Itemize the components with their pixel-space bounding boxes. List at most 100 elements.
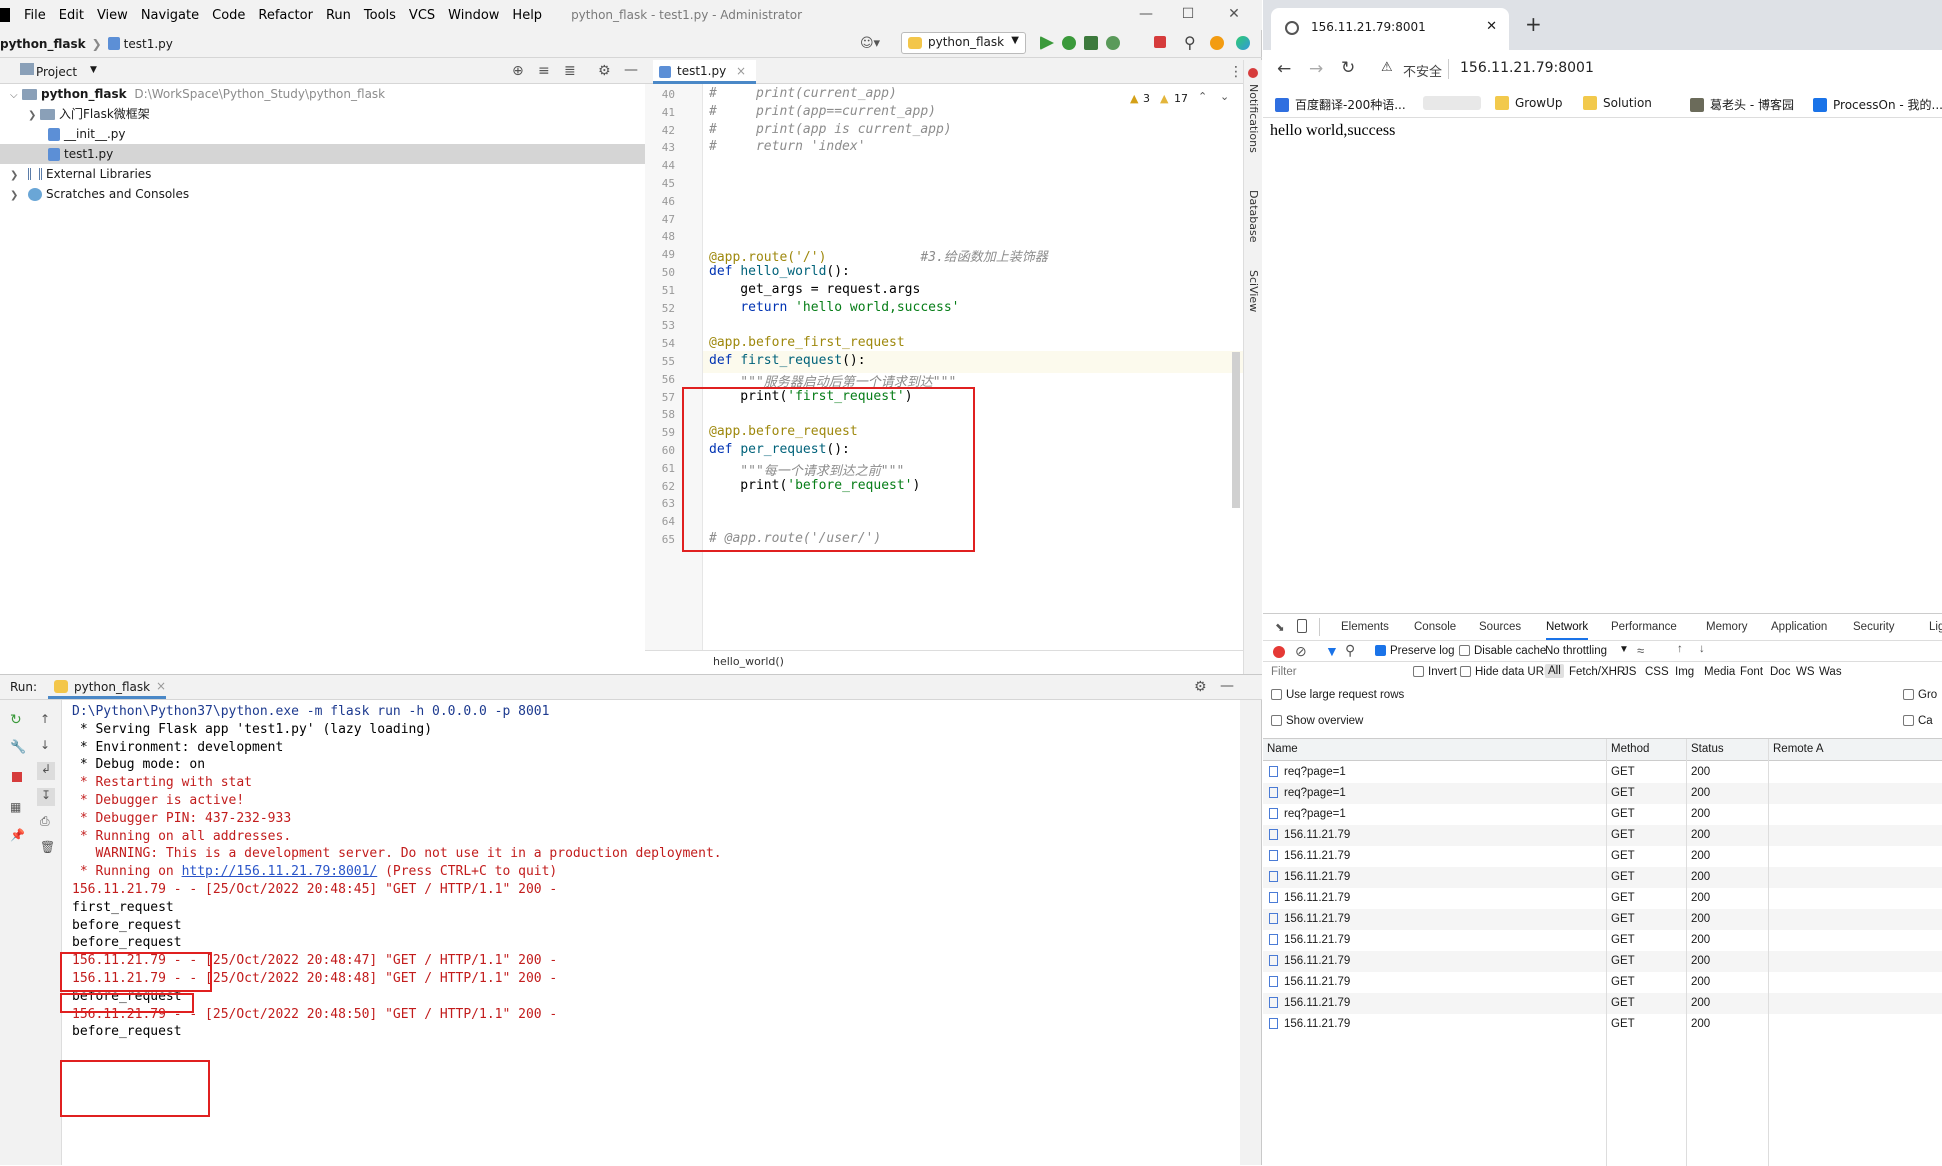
sciview-tab[interactable]: SciView <box>1247 270 1260 312</box>
inspect-element-icon[interactable]: ⬊ <box>1275 620 1285 634</box>
chevron-down-icon[interactable]: ⌄ <box>1220 90 1229 103</box>
filter-input[interactable]: Filter <box>1271 666 1297 678</box>
column-remote-address[interactable]: Remote A <box>1773 743 1824 755</box>
insecure-warning-icon[interactable]: ⚠ <box>1381 60 1393 75</box>
browser-tab[interactable]: 156.11.21.79:8001 ✕ <box>1271 8 1509 50</box>
notifications-icon[interactable] <box>1248 68 1258 78</box>
network-row[interactable]: 156.11.21.79 GET 200 <box>1263 846 1942 867</box>
debug-icon[interactable] <box>1062 36 1076 50</box>
maximize-icon[interactable]: ☐ <box>1180 6 1196 22</box>
code-editor[interactable]: # print(current_app) # print(app==current… <box>703 84 1243 650</box>
export-icon[interactable]: ↓ <box>1699 643 1705 655</box>
gear-icon[interactable]: ⚙ <box>598 63 611 79</box>
trash-icon[interactable]: 🗑 <box>40 840 55 854</box>
tree-item-external-libraries[interactable]: ❯ External Libraries <box>0 164 645 184</box>
menu-edit[interactable]: Edit <box>59 8 84 23</box>
network-row[interactable]: 156.11.21.79 GET 200 <box>1263 951 1942 972</box>
type-filter-fetch[interactable]: Fetch/XHR <box>1569 666 1625 678</box>
column-status[interactable]: Status <box>1691 743 1724 755</box>
editor-tab-test1[interactable]: test1.py × <box>653 60 757 84</box>
jetbrains-icon[interactable] <box>1236 36 1250 50</box>
search-icon[interactable]: ⚲ <box>1345 642 1355 659</box>
expand-all-icon[interactable]: ≡ <box>538 63 550 79</box>
menu-vcs[interactable]: VCS <box>409 8 435 23</box>
close-icon[interactable]: ✕ <box>1486 19 1497 34</box>
collapse-all-icon[interactable]: ≣ <box>564 63 576 79</box>
type-filter-img[interactable]: Img <box>1675 666 1694 678</box>
devtools-tab-security[interactable]: Security <box>1853 614 1895 640</box>
bookmark-processon[interactable]: ProcessOn - 我的... <box>1813 96 1942 113</box>
network-row[interactable]: 156.11.21.79 GET 200 <box>1263 972 1942 993</box>
chevron-down-icon[interactable]: ▼ <box>1619 644 1629 655</box>
rerun-icon[interactable]: ↻ <box>10 712 22 728</box>
throttling-dropdown[interactable]: No throttling <box>1545 645 1607 657</box>
network-row[interactable]: 156.11.21.79 GET 200 <box>1263 909 1942 930</box>
pin-icon[interactable]: 📌 <box>10 828 25 842</box>
network-row[interactable]: req?page=1 GET 200 <box>1263 783 1942 804</box>
breadcrumb-file[interactable]: test1.py <box>124 37 173 51</box>
url-input[interactable]: 156.11.21.79:8001 <box>1460 60 1594 76</box>
blurred-bookmark[interactable] <box>1423 96 1481 110</box>
breadcrumb-project[interactable]: python_flask <box>0 37 86 51</box>
type-filter-js[interactable]: JS <box>1623 666 1636 678</box>
menu-refactor[interactable]: Refactor <box>258 8 313 23</box>
close-icon[interactable]: ✕ <box>1226 6 1242 22</box>
hide-panel-icon[interactable]: — <box>1220 678 1234 694</box>
devtools-tab-elements[interactable]: Elements <box>1341 614 1389 640</box>
devtools-tab-sources[interactable]: Sources <box>1479 614 1521 640</box>
database-tab[interactable]: Database <box>1247 190 1260 243</box>
network-row[interactable]: req?page=1 GET 200 <box>1263 804 1942 825</box>
coverage-icon[interactable] <box>1084 36 1098 50</box>
network-row[interactable]: 156.11.21.79 GET 200 <box>1263 930 1942 951</box>
devtools-tab-console[interactable]: Console <box>1414 614 1456 640</box>
soft-wrap-icon[interactable]: ↲ <box>37 762 55 780</box>
import-icon[interactable]: ↑ <box>1677 643 1683 655</box>
network-row[interactable]: 156.11.21.79 GET 200 <box>1263 888 1942 909</box>
menu-view[interactable]: View <box>97 8 128 23</box>
record-icon[interactable] <box>1273 646 1285 658</box>
back-icon[interactable]: ← <box>1277 59 1291 79</box>
console-link[interactable]: http://156.11.21.79:8001/ <box>182 864 378 879</box>
warning-icon[interactable]: ▲ <box>1130 92 1138 105</box>
reload-icon[interactable]: ↻ <box>1341 58 1355 78</box>
type-filter-font[interactable]: Font <box>1740 666 1763 678</box>
large-rows-checkbox[interactable]: Use large request rows <box>1271 689 1404 701</box>
menu-tools[interactable]: Tools <box>364 8 396 23</box>
layout-icon[interactable]: ▦ <box>10 800 21 814</box>
forward-icon[interactable]: → <box>1309 59 1323 79</box>
chevron-up-icon[interactable]: ⌃ <box>1198 90 1207 103</box>
new-tab-icon[interactable]: + <box>1525 12 1542 36</box>
type-filter-ws[interactable]: WS <box>1796 666 1815 678</box>
tree-item-scratches[interactable]: ❯ Scratches and Consoles <box>0 184 645 204</box>
type-filter-media[interactable]: Media <box>1704 666 1735 678</box>
wrench-icon[interactable]: 🔧 <box>10 740 26 755</box>
menu-navigate[interactable]: Navigate <box>141 8 199 23</box>
bookmark-baidu-translate[interactable]: 百度翻译-200种语... <box>1275 96 1406 113</box>
arrow-up-icon[interactable]: ↑ <box>40 712 50 726</box>
print-icon[interactable]: ⎙ <box>40 814 50 829</box>
clear-icon[interactable]: ⊘ <box>1295 643 1307 660</box>
bookmark-cnblogs[interactable]: 葛老头 - 博客园 <box>1690 96 1794 113</box>
profile-icon[interactable] <box>1106 36 1120 50</box>
network-row[interactable]: 156.11.21.79 GET 200 <box>1263 993 1942 1014</box>
disable-cache-checkbox[interactable]: Disable cache <box>1459 645 1546 657</box>
hide-panel-icon[interactable]: — <box>624 62 638 78</box>
type-filter-doc[interactable]: Doc <box>1770 666 1790 678</box>
locate-icon[interactable]: ⊕ <box>512 63 524 79</box>
type-filter-css[interactable]: CSS <box>1645 666 1669 678</box>
gear-icon[interactable]: ⚙ <box>1194 679 1207 695</box>
menu-window[interactable]: Window <box>448 8 499 23</box>
run-config-dropdown[interactable]: python_flask ▼ <box>901 32 1026 54</box>
more-icon[interactable]: ⋮ <box>1229 64 1243 80</box>
user-icon[interactable]: ☺▾ <box>860 36 880 51</box>
devtools-tab-application[interactable]: Application <box>1771 614 1827 640</box>
menu-file[interactable]: File <box>24 8 46 23</box>
type-filter-wasm[interactable]: Was <box>1819 666 1842 678</box>
menu-run[interactable]: Run <box>326 8 351 23</box>
scroll-to-end-icon[interactable]: ↧ <box>37 788 55 806</box>
tree-item-test1[interactable]: test1.py <box>0 144 645 164</box>
hide-data-urls-checkbox[interactable]: Hide data URLs <box>1460 666 1556 678</box>
capture-screenshots-checkbox[interactable]: Ca <box>1903 715 1933 727</box>
column-name[interactable]: Name <box>1267 743 1298 755</box>
search-icon[interactable]: ⚲ <box>1184 33 1196 52</box>
